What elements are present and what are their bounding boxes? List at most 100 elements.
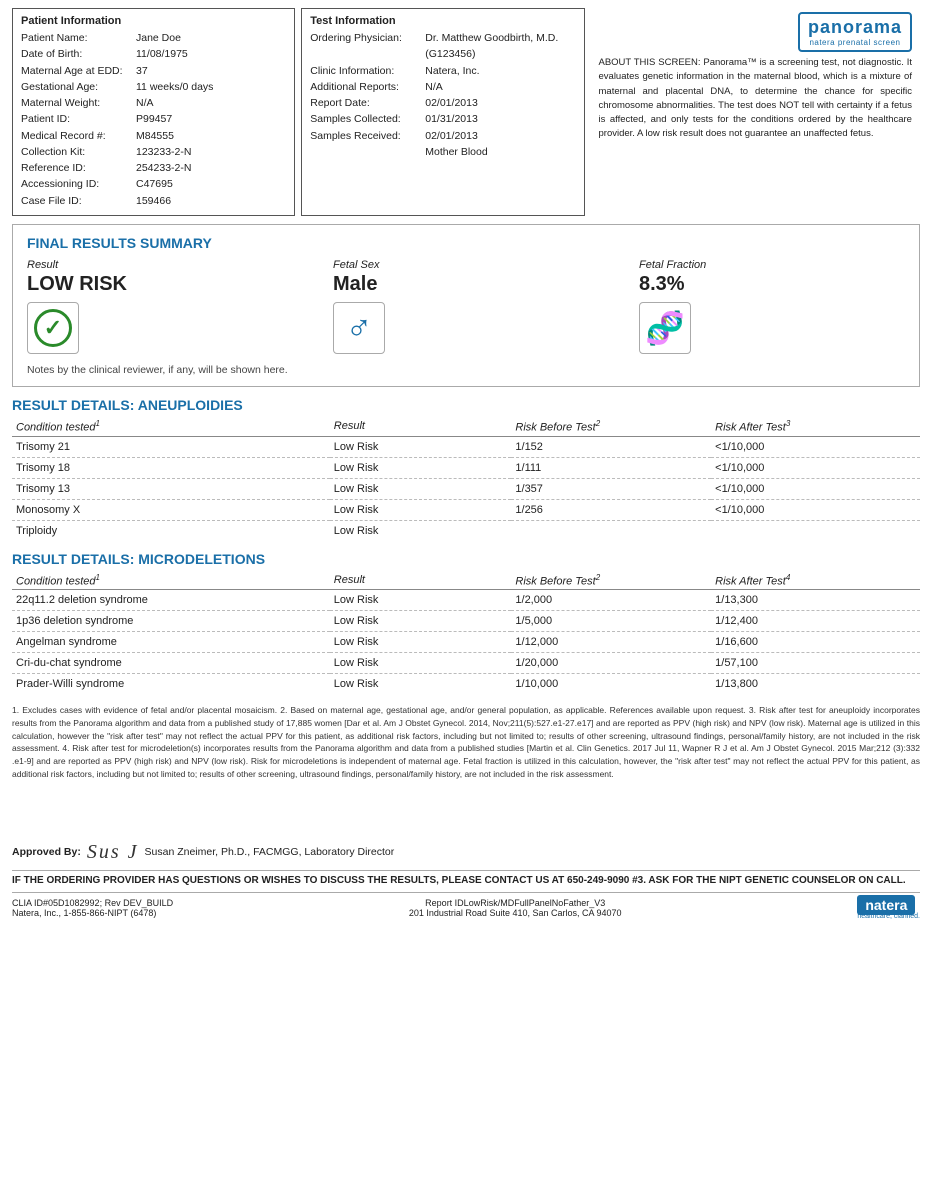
footer-natera-contact: Natera, Inc., 1-855-866-NIPT (6478) [12,908,173,918]
footer-address: 201 Industrial Road Suite 410, San Carlo… [409,908,622,918]
footnotes: 1. Excludes cases with evidence of fetal… [12,704,920,781]
gestational-age-value: 11 weeks/0 days [136,79,213,95]
table-row: Trisomy 13 Low Risk 1/357 <1/10,000 [12,478,920,499]
fetal-sex-col: Fetal Sex Male ♂ [293,259,599,354]
maternal-age-row: Maternal Age at EDD: 37 [21,63,286,79]
dob-row: Date of Birth: 11/08/1975 [21,46,286,62]
samples-received-value: 02/01/2013 [425,128,478,144]
collection-kit-row: Collection Kit: 123233-2-N [21,144,286,160]
report-date-row: Report Date: 02/01/2013 [310,95,575,111]
footer-logo-area: natera healthcare, clarified. [857,897,920,920]
patient-id-label: Patient ID: [21,111,136,127]
samples-received-label: Samples Received: [310,128,425,144]
condition-cell: Prader-Willi syndrome [12,674,330,695]
result-cell: Low Risk [330,611,512,632]
footer-left: CLIA ID#05D1082992; Rev DEV_BUILD Natera… [12,898,173,918]
contact-line: IF THE ORDERING PROVIDER HAS QUESTIONS O… [12,870,920,886]
ordering-physician-value: Dr. Matthew Goodbirth, M.D. (G123456) [425,30,575,63]
patient-id-value: P99457 [136,111,172,127]
table-row: Triploidy Low Risk [12,520,920,541]
table-row: 1p36 deletion syndrome Low Risk 1/5,000 … [12,611,920,632]
case-file-id-value: 159466 [136,193,171,209]
final-results-title: FINAL RESULTS SUMMARY [27,235,905,251]
risk-after-cell: <1/10,000 [711,436,920,457]
risk-before-cell: 1/5,000 [511,611,711,632]
additional-reports-row: Additional Reports: N/A [310,79,575,95]
header-section: Patient Information Patient Name: Jane D… [12,8,920,216]
risk-before-cell: 1/256 [511,499,711,520]
gestational-age-label: Gestational Age: [21,79,136,95]
risk-after-cell: <1/10,000 [711,499,920,520]
additional-reports-value: N/A [425,79,443,95]
condition-cell: 22q11.2 deletion syndrome [12,590,330,611]
gestational-age-row: Gestational Age: 11 weeks/0 days [21,79,286,95]
microdeletions-table: Condition tested1 Result Risk Before Tes… [12,571,920,695]
table-row: Prader-Willi syndrome Low Risk 1/10,000 … [12,674,920,695]
fetal-fraction-label: Fetal Fraction [639,259,905,271]
panorama-logo: panorama natera prenatal screen [798,12,912,52]
microdeletions-tbody: 22q11.2 deletion syndrome Low Risk 1/2,0… [12,590,920,695]
risk-after-cell: 1/57,100 [711,653,920,674]
result-cell: Low Risk [330,520,512,541]
fetal-fraction-value: 8.3% [639,273,905,296]
natera-footer-logo: natera [857,895,915,915]
fetal-sex-label: Fetal Sex [333,259,599,271]
patient-name-value: Jane Doe [136,30,181,46]
clinical-notes: Notes by the clinical reviewer, if any, … [27,364,905,376]
logo-name: panorama [808,17,902,38]
collection-kit-value: 123233-2-N [136,144,191,160]
result-cell: Low Risk [330,653,512,674]
risk-after-cell: 1/13,300 [711,590,920,611]
logo-area: panorama natera prenatal screen [599,12,912,52]
micro-col-risk-before: Risk Before Test2 [511,571,711,590]
samples-collected-row: Samples Collected: 01/31/2013 [310,111,575,127]
main-page: Patient Information Patient Name: Jane D… [0,0,932,928]
reference-id-value: 254233-2-N [136,160,191,176]
aneuploidies-header-row: Condition tested1 Result Risk Before Tes… [12,417,920,436]
medical-record-row: Medical Record #: M84555 [21,128,286,144]
accessioning-id-row: Accessioning ID: C47695 [21,176,286,192]
aneu-col-risk-before: Risk Before Test2 [511,417,711,436]
condition-cell: Trisomy 21 [12,436,330,457]
logo-subtext: natera prenatal screen [809,38,900,47]
table-row: Monosomy X Low Risk 1/256 <1/10,000 [12,499,920,520]
checkmark-icon: ✓ [34,309,72,347]
result-cell: Low Risk [330,436,512,457]
condition-cell: Trisomy 18 [12,457,330,478]
accessioning-id-label: Accessioning ID: [21,176,136,192]
patient-name-label: Patient Name: [21,30,136,46]
medical-record-label: Medical Record #: [21,128,136,144]
collection-type-value: Mother Blood [425,144,487,160]
report-date-value: 02/01/2013 [425,95,478,111]
footer-report-id: Report IDLowRisk/MDFullPanelNoFather_V3 [409,898,622,908]
maternal-weight-value: N/A [136,95,154,111]
risk-before-cell: 1/2,000 [511,590,711,611]
condition-cell: Trisomy 13 [12,478,330,499]
risk-after-cell: <1/10,000 [711,457,920,478]
case-file-id-label: Case File ID: [21,193,136,209]
dob-label: Date of Birth: [21,46,136,62]
table-row: 22q11.2 deletion syndrome Low Risk 1/2,0… [12,590,920,611]
risk-after-cell: 1/16,600 [711,632,920,653]
risk-after-cell [711,520,920,541]
risk-before-cell: 1/152 [511,436,711,457]
aneuploidies-tbody: Trisomy 21 Low Risk 1/152 <1/10,000 Tris… [12,436,920,541]
clinic-info-value: Natera, Inc. [425,63,479,79]
signature-line: Approved By: Sus J Susan Zneimer, Ph.D.,… [12,841,920,864]
table-row: Trisomy 18 Low Risk 1/111 <1/10,000 [12,457,920,478]
patient-id-row: Patient ID: P99457 [21,111,286,127]
male-symbol-icon: ♂ [346,307,373,349]
reference-id-label: Reference ID: [21,160,136,176]
result-cell: Low Risk [330,674,512,695]
condition-cell: Angelman syndrome [12,632,330,653]
condition-cell: 1p36 deletion syndrome [12,611,330,632]
samples-collected-label: Samples Collected: [310,111,425,127]
condition-cell: Triploidy [12,520,330,541]
aneu-col-condition: Condition tested1 [12,417,330,436]
condition-cell: Cri-du-chat syndrome [12,653,330,674]
microdeletions-title: RESULT DETAILS: MICRODELETIONS [12,551,920,567]
result-cell: Low Risk [330,590,512,611]
clinic-info-label: Clinic Information: [310,63,425,79]
footer-center: Report IDLowRisk/MDFullPanelNoFather_V3 … [409,898,622,918]
collection-kit-label: Collection Kit: [21,144,136,160]
